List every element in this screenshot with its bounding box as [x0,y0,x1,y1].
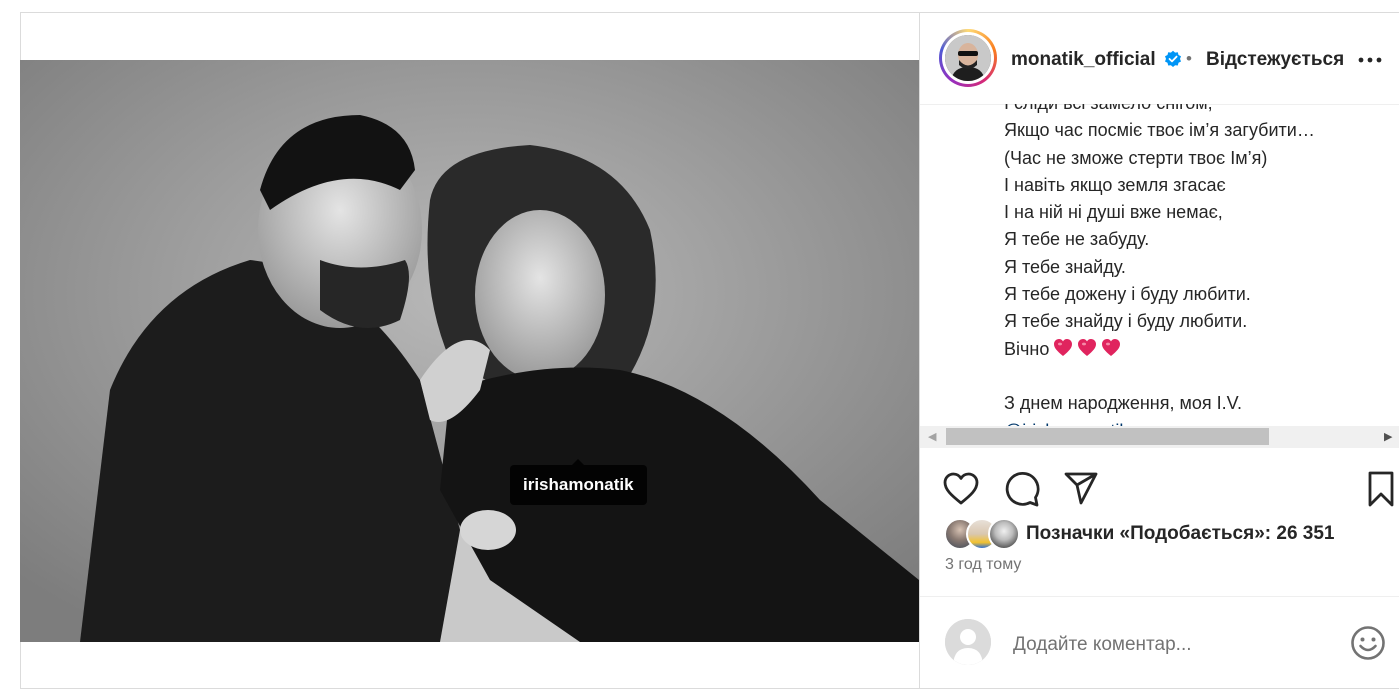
comment-icon[interactable] [1002,470,1040,508]
default-avatar-icon [945,619,991,665]
photo-illustration [20,60,919,642]
caption-line-hearts: Вічно [1004,336,1394,363]
caption-line: (Час не зможе стерти твоє Ім’я) [1004,147,1268,168]
caption-line: Я тебе знайду. [1004,256,1126,277]
heart-emoji [1078,338,1097,356]
action-bar [920,470,1399,510]
more-icon[interactable] [1357,50,1383,70]
share-icon[interactable] [1062,470,1100,508]
following-button[interactable]: Відстежується [1206,49,1344,71]
caption-line: І навіть якщо земля згасає [1004,174,1226,195]
comment-input[interactable] [1011,629,1335,661]
author-avatar[interactable] [939,29,997,87]
scrollbar-thumb[interactable] [946,428,1269,445]
likes-row[interactable]: Позначки «Подобається»: 26 351 [920,518,1399,552]
caption-mention[interactable]: @irishamonatik [1004,418,1394,426]
caption-line: І на ній ні душі вже немає, [1004,202,1223,223]
caption-scrollbar[interactable]: ◀ ▶ [920,426,1399,448]
caption-line: І сліди всі замело снігом, [1004,104,1394,117]
avatar-photo [945,35,991,81]
emoji-icon[interactable] [1349,624,1387,662]
save-icon[interactable] [1362,470,1399,508]
caption-text: І сліди всі замело снігом, Якщо час посм… [1004,104,1394,426]
caption-line: Я тебе знайду і буду любити. [1004,311,1248,332]
author-username[interactable]: monatik_official [1011,49,1156,71]
caption-line [1004,363,1394,390]
caption-line: Вічно [1004,338,1050,359]
like-icon[interactable] [942,470,980,508]
post-header: monatik_official • Відстежується [920,12,1399,105]
liker-avatar [988,518,1020,550]
scroll-left-icon[interactable]: ◀ [928,430,936,443]
caption-line: Я тебе дожену і буду любити. [1004,284,1251,305]
verified-icon [1165,50,1181,67]
separator-dot: • [1186,49,1192,68]
comment-divider [920,596,1399,597]
viewer-avatar [945,619,991,665]
user-tag[interactable]: irishamonatik [510,459,647,505]
caption-line: З днем народження, моя I.V. [1004,393,1242,414]
caption-line: Якщо час посміє твоє ім’я загубити… [1004,120,1315,141]
caption-area[interactable]: І сліди всі замело снігом, Якщо час посм… [920,104,1399,426]
post-photo[interactable]: irishamonatik [20,60,919,642]
caption-line: Я тебе не забуду. [1004,229,1150,250]
post-timestamp[interactable]: 3 год тому [945,556,1021,574]
heart-emoji [1102,338,1121,356]
likes-count[interactable]: Позначки «Подобається»: 26 351 [1026,523,1335,545]
heart-emoji [1054,338,1073,356]
scroll-right-icon[interactable]: ▶ [1384,430,1392,443]
